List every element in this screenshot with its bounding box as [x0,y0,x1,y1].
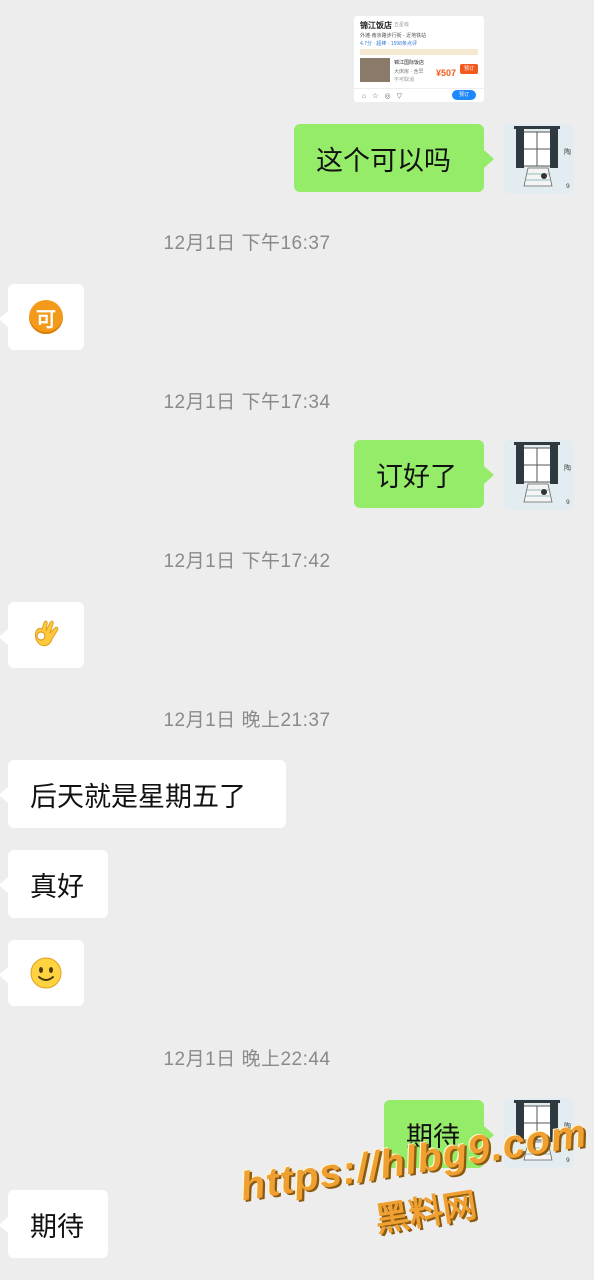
outgoing-message[interactable]: 这个可以吗 [294,124,494,192]
message-text: 期待 [30,1211,84,1242]
incoming-emoji-message[interactable] [0,940,84,1006]
avatar-window-illustration: 陶 9 [504,124,574,194]
svg-text:9: 9 [566,183,570,190]
shared-image-thumbnail[interactable]: 锦江饭店 五星级 外滩·南京路步行街 · 近地铁站 4.7分 · 超棒 · 15… [354,16,484,102]
shot-line2: 外滩·南京路步行街 · 近地铁站 [360,33,427,39]
timestamp: 12月1日 晚上21:37 [163,710,331,731]
shot-room-desc: 大床房 · 含早 [394,69,424,75]
shot-bottom-button: 预订 [452,90,476,100]
ok-hand-icon [35,620,59,647]
incoming-emoji-message[interactable]: 可 [0,284,84,350]
shot-divider [354,88,484,89]
timestamp: 12月1日 下午16:37 [163,233,331,254]
message-text: 这个可以吗 [316,145,451,176]
message-text: 真好 [30,871,84,902]
shot-book-button: 预订 [460,64,478,74]
shot-room-photo [360,58,390,82]
shot-room-note: 不可取消 [394,77,415,83]
watermark: https://hlbg9.com 黑料网 [236,1105,590,1267]
incoming-emoji-message[interactable] [0,602,84,668]
shot-price: ¥507 [436,68,457,78]
timestamp: 12月1日 下午17:42 [163,551,331,572]
ke-emoji-icon: 可 [29,300,63,334]
outgoing-message[interactable]: 订好了 [354,440,494,508]
shot-toolbar-icons: ⌂☆◎▽ [362,93,408,100]
shot-hotel-name: 锦江饭店 [360,21,392,30]
shot-room-name: 锦江国际饭店 [394,60,425,66]
shot-line3: 4.7分 · 超棒 · 1598条点评 [360,41,417,47]
incoming-message[interactable]: 真好 [0,850,108,918]
svg-text:9: 9 [566,499,570,506]
shot-tag-strip [360,49,478,55]
incoming-message[interactable]: 期待 [0,1190,108,1258]
smile-icon [30,957,62,989]
timestamp: 12月1日 晚上22:44 [163,1049,331,1070]
my-avatar[interactable]: 陶 9 [504,124,574,194]
message-text: 后天就是星期五了 [30,781,246,812]
svg-text:陶: 陶 [564,147,571,156]
my-avatar[interactable]: 陶 9 [504,440,574,510]
message-text: 订好了 [376,461,457,492]
svg-text:陶: 陶 [564,463,571,472]
incoming-message[interactable]: 后天就是星期五了 [0,760,286,828]
timestamp: 12月1日 下午17:34 [163,392,331,413]
shot-hotel-tag: 五星级 [394,22,410,28]
avatar-window-illustration: 陶 9 [504,440,574,510]
